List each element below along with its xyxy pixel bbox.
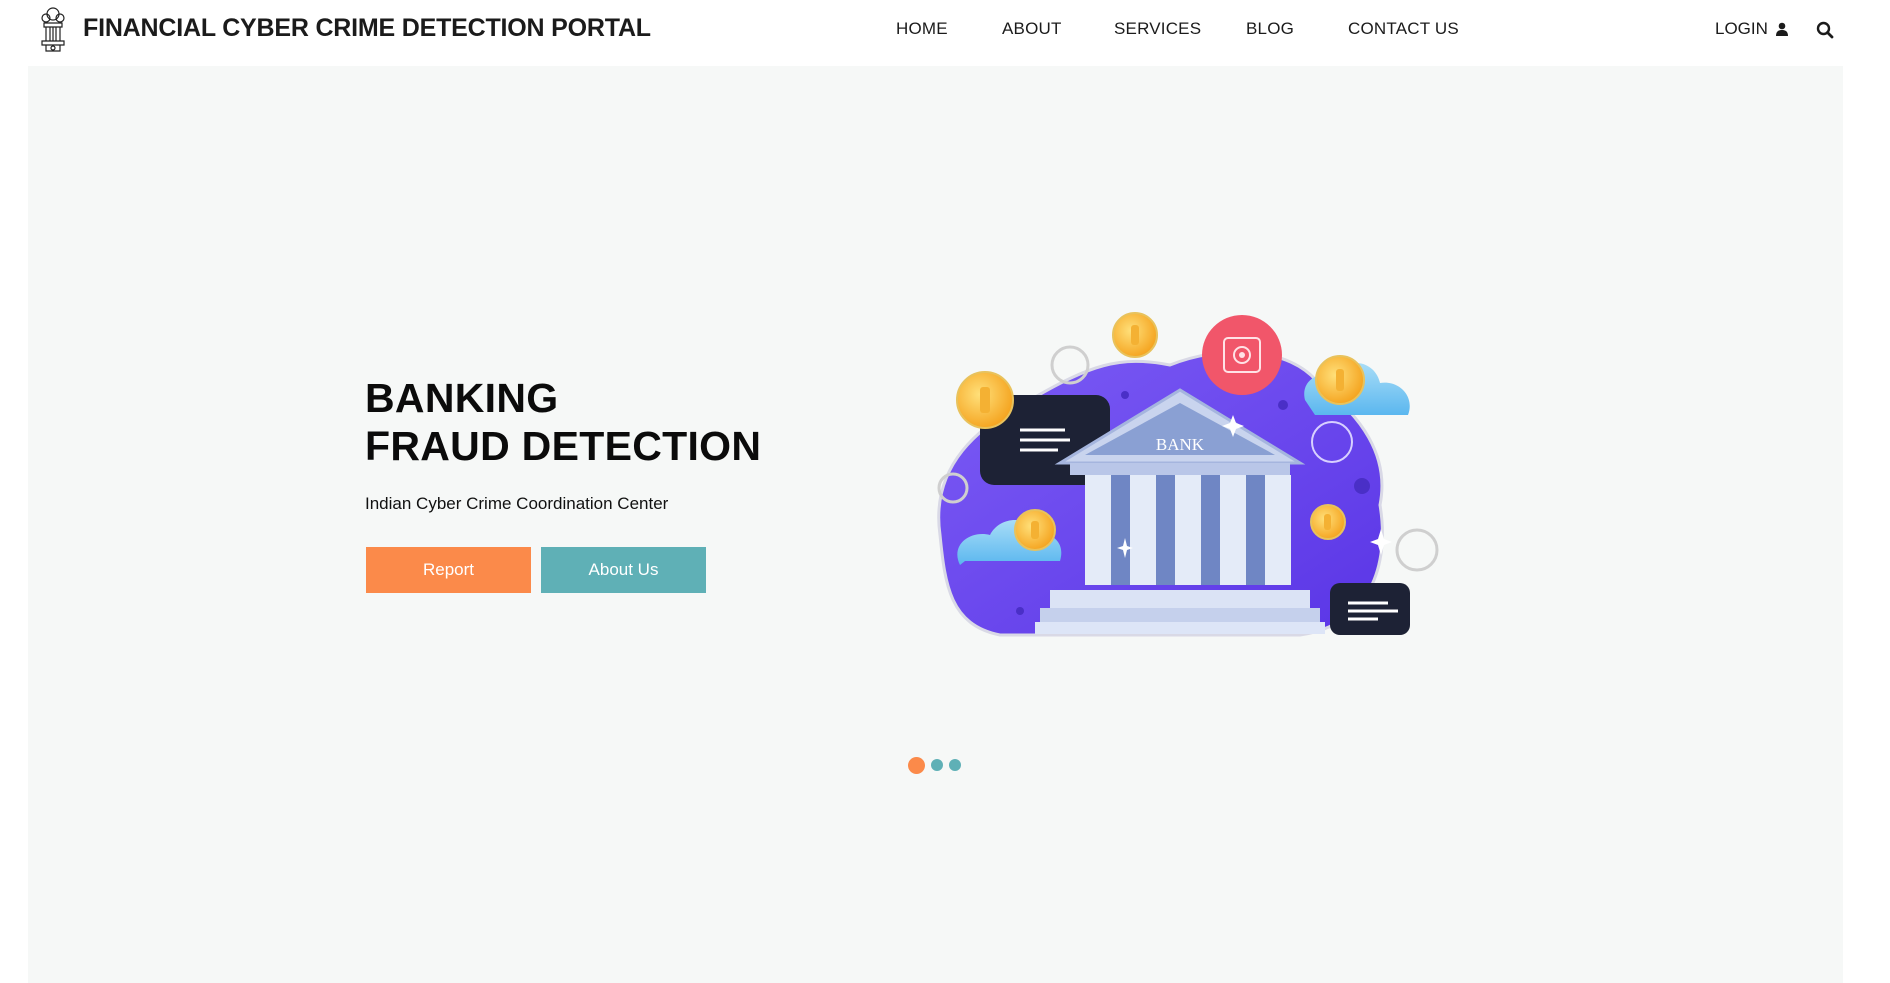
login-label: LOGIN: [1715, 19, 1768, 38]
search-icon[interactable]: [1815, 20, 1835, 40]
report-button[interactable]: Report: [366, 547, 531, 593]
site-title[interactable]: FINANCIAL CYBER CRIME DETECTION PORTAL: [83, 14, 651, 43]
hero-subtitle: Indian Cyber Crime Coordination Center: [365, 494, 669, 513]
about-us-button[interactable]: About Us: [541, 547, 706, 593]
user-icon: [1775, 22, 1788, 36]
page-edge: [1870, 0, 1890, 983]
nav-blog[interactable]: BLOG: [1246, 19, 1294, 39]
slider-dot-3[interactable]: [949, 759, 961, 771]
slider-dot-2[interactable]: [931, 759, 943, 771]
bank-illustration: BANK: [937, 312, 1439, 637]
hero-title: BANKING FRAUD DETECTION: [365, 374, 761, 470]
hero-title-line1: BANKING: [365, 375, 559, 421]
nav-contact[interactable]: CONTACT US: [1348, 19, 1459, 39]
bank-sign: BANK: [1156, 435, 1205, 454]
nav-home[interactable]: HOME: [896, 19, 948, 39]
nav-about[interactable]: ABOUT: [1002, 19, 1062, 39]
emblem-icon[interactable]: [36, 5, 70, 55]
nav-services[interactable]: SERVICES: [1114, 19, 1201, 39]
slider-dots: [908, 756, 961, 774]
login-link[interactable]: LOGIN: [1715, 19, 1788, 39]
hero-title-line2: FRAUD DETECTION: [365, 423, 762, 469]
site-header: FINANCIAL CYBER CRIME DETECTION PORTAL H…: [0, 0, 1890, 66]
slider-dot-1[interactable]: [908, 756, 925, 774]
